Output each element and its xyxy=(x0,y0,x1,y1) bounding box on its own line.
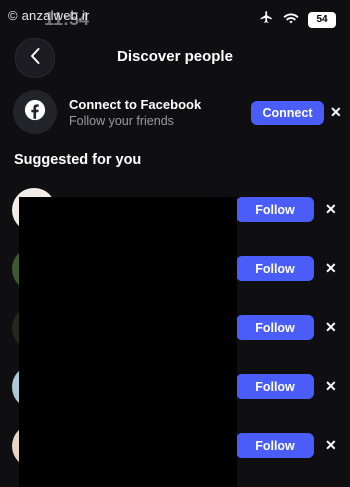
redaction-overlay xyxy=(19,197,237,487)
facebook-title: Connect to Facebook xyxy=(69,97,202,112)
follow-button[interactable]: Follow xyxy=(236,433,314,458)
close-icon[interactable]: ✕ xyxy=(325,260,337,277)
battery-indicator: 54 xyxy=(308,11,336,28)
facebook-icon xyxy=(24,99,46,126)
facebook-badge xyxy=(13,90,57,134)
close-icon[interactable]: ✕ xyxy=(325,378,337,395)
close-icon[interactable]: ✕ xyxy=(325,319,337,336)
follow-button[interactable]: Follow xyxy=(236,197,314,222)
facebook-connect-card: Connect to Facebook Follow your friends … xyxy=(0,90,350,134)
page-title: Discover people xyxy=(117,48,233,65)
status-icons: 54 xyxy=(259,10,336,29)
follow-button[interactable]: Follow xyxy=(236,374,314,399)
header: Discover people xyxy=(0,38,350,78)
facebook-subtitle: Follow your friends xyxy=(69,114,174,128)
close-icon[interactable]: ✕ xyxy=(325,201,337,218)
status-bar: 11:54 © anzalweb.ir 54 xyxy=(0,0,350,40)
wifi-icon xyxy=(283,11,299,29)
watermark: © anzalweb.ir xyxy=(8,8,90,23)
close-icon[interactable]: ✕ xyxy=(330,104,342,121)
section-title: Suggested for you xyxy=(14,152,142,168)
airplane-mode-icon xyxy=(259,10,274,29)
follow-button[interactable]: Follow xyxy=(236,256,314,281)
follow-button[interactable]: Follow xyxy=(236,315,314,340)
connect-button[interactable]: Connect xyxy=(251,101,324,125)
close-icon[interactable]: ✕ xyxy=(325,437,337,454)
facebook-texts: Connect to Facebook Follow your friends xyxy=(69,97,201,128)
